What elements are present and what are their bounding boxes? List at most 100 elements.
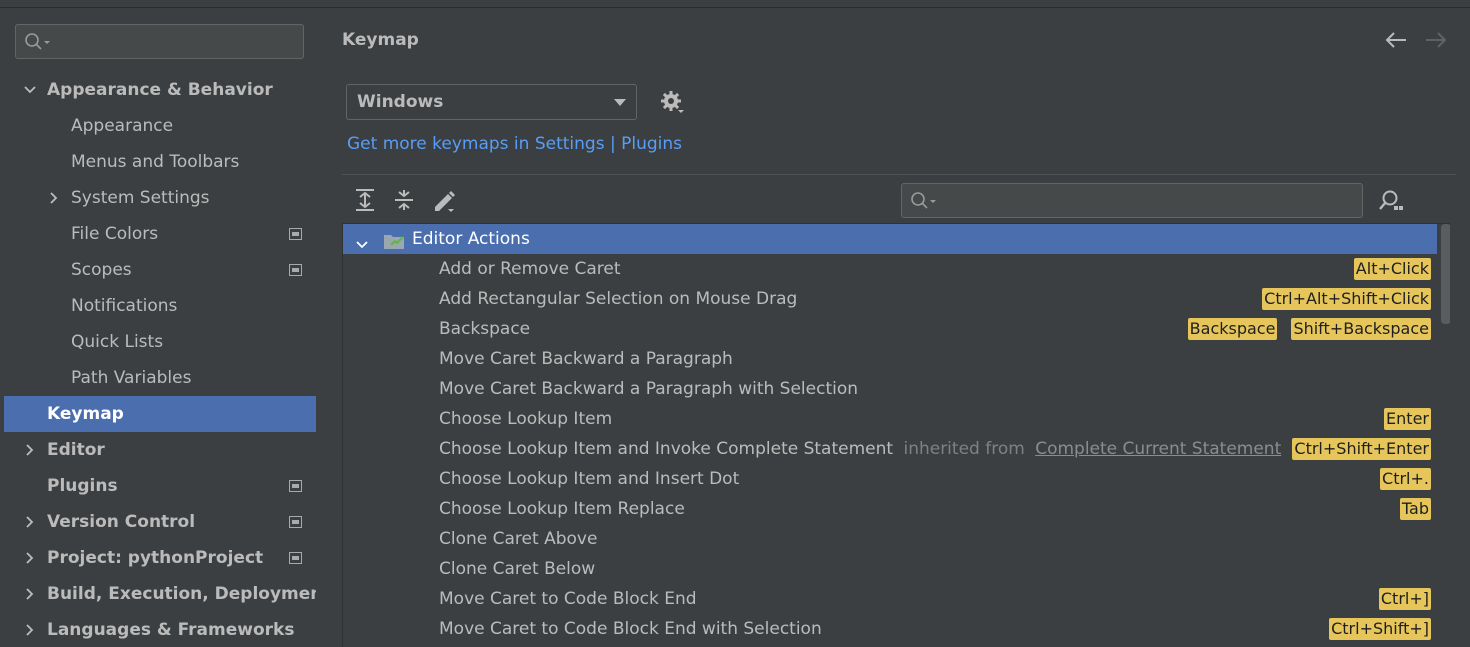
chevron-right-icon[interactable] <box>23 587 37 601</box>
sidebar-item-version-control[interactable]: Version Control <box>4 504 316 540</box>
action-name: Choose Lookup Item and Invoke Complete S… <box>439 439 894 459</box>
sidebar-item-build-execution-deployment[interactable]: Build, Execution, Deployment <box>4 576 331 612</box>
action-label: Add Rectangular Selection on Mouse Drag <box>439 284 797 314</box>
shortcut-badge: Ctrl+. <box>1380 468 1431 490</box>
action-label: Clone Caret Above <box>439 524 597 554</box>
table-row[interactable]: Add or Remove Caret Alt+Click <box>343 254 1437 284</box>
arrow-right-icon[interactable] <box>1424 30 1448 55</box>
project-level-icon <box>289 264 302 276</box>
table-row[interactable]: Add Rectangular Selection on Mouse Drag C… <box>343 284 1437 314</box>
table-row[interactable]: Clone Caret Below <box>343 554 1437 584</box>
settings-sidebar: Appearance & Behavior Appearance Menus and… <box>0 8 331 647</box>
scrollbar-thumb[interactable] <box>1441 224 1450 324</box>
shortcut-badge: Enter <box>1384 408 1431 430</box>
shortcut-badge: Backspace <box>1187 318 1278 340</box>
action-label: Choose Lookup Item Replace <box>439 494 685 524</box>
table-header-row[interactable]: Editor Actions <box>343 224 1437 254</box>
table-header-label: Editor Actions <box>412 229 530 249</box>
action-label: Backspace <box>439 314 530 344</box>
chevron-right-icon[interactable] <box>23 551 37 565</box>
table-row[interactable]: Choose Lookup Item and Invoke Complete S… <box>343 434 1437 464</box>
shortcut-list: Ctrl+Shift+Enter <box>1292 438 1431 460</box>
find-shortcut-icon[interactable] <box>1378 189 1404 218</box>
gear-icon[interactable] <box>660 90 688 123</box>
sidebar-item-project-pythonproject[interactable]: Project: pythonProject <box>4 540 316 576</box>
sidebar-item-file-colors[interactable]: File Colors <box>4 216 316 252</box>
action-label: Move Caret to Code Block End with Select… <box>439 614 822 644</box>
keymap-actions-table: Editor Actions Add or Remove Caret Alt+Cl… <box>342 223 1450 647</box>
shortcut-list: Ctrl+] <box>1378 588 1431 610</box>
keymap-panel: Keymap Windows Get more keymaps in Setti… <box>316 8 1470 647</box>
sidebar-item-notifications[interactable]: Notifications <box>4 288 316 324</box>
action-name: Choose Lookup Item and Insert Dot <box>439 469 740 489</box>
arrow-left-icon[interactable] <box>1384 30 1408 55</box>
action-label: Choose Lookup Item and Invoke Complete S… <box>439 434 1281 464</box>
chevron-right-icon[interactable] <box>47 191 61 205</box>
action-label: Add or Remove Caret <box>439 254 621 284</box>
sidebar-item-quick-lists[interactable]: Quick Lists <box>4 324 316 360</box>
settings-search-input[interactable] <box>15 24 304 59</box>
table-row[interactable]: Choose Lookup Item Enter <box>343 404 1437 434</box>
action-name: Choose Lookup Item Replace <box>439 499 685 519</box>
sidebar-item-label: Build, Execution, Deployment <box>47 584 331 604</box>
sidebar-item-label: Notifications <box>71 296 178 316</box>
sidebar-item-label: Scopes <box>71 260 132 280</box>
table-row[interactable]: Move Caret Backward a Paragraph <box>343 344 1437 374</box>
table-row[interactable]: Choose Lookup Item and Insert Dot Ctrl+. <box>343 464 1437 494</box>
sidebar-item-scopes[interactable]: Scopes <box>4 252 316 288</box>
sidebar-item-appearance-behavior[interactable]: Appearance & Behavior <box>4 72 316 108</box>
sidebar-item-label: Languages & Frameworks <box>47 620 295 640</box>
shortcut-badge: Ctrl+Alt+Shift+Click <box>1262 288 1431 310</box>
sidebar-item-label: Project: pythonProject <box>47 548 264 568</box>
project-level-icon <box>289 516 302 528</box>
sidebar-item-menus-and-toolbars[interactable]: Menus and Toolbars <box>4 144 316 180</box>
shortcut-badge: Ctrl+Shift+] <box>1329 618 1431 640</box>
table-row[interactable]: Move Caret to Code Block End Ctrl+] <box>343 584 1437 614</box>
sidebar-item-label: System Settings <box>71 188 210 208</box>
sidebar-item-label: Menus and Toolbars <box>71 152 240 172</box>
sidebar-item-label: Path Variables <box>71 368 192 388</box>
table-row[interactable]: Choose Lookup Item Replace Tab <box>343 494 1437 524</box>
sidebar-item-appearance[interactable]: Appearance <box>4 108 316 144</box>
action-name: Backspace <box>439 319 531 339</box>
keymap-select[interactable]: Windows <box>346 84 637 120</box>
sidebar-item-label: Appearance <box>71 116 174 136</box>
sidebar-item-keymap[interactable]: Keymap <box>4 396 316 432</box>
action-name: Clone Caret Below <box>439 559 596 579</box>
sidebar-item-system-settings[interactable]: System Settings <box>4 180 316 216</box>
action-name: Move Caret Backward a Paragraph <box>439 349 733 369</box>
divider <box>342 174 1456 175</box>
shortcut-badge: Shift+Backspace <box>1291 318 1431 340</box>
sidebar-item-languages-frameworks[interactable]: Languages & Frameworks <box>4 612 316 647</box>
chevron-down-icon[interactable] <box>23 83 37 97</box>
table-row[interactable]: Backspace Backspace Shift+Backspace <box>343 314 1437 344</box>
action-name: Move Caret to Code Block End <box>439 589 697 609</box>
chevron-down-icon <box>614 99 626 106</box>
table-row[interactable]: Clone Caret Above <box>343 524 1437 554</box>
action-label: Choose Lookup Item <box>439 404 612 434</box>
action-name: Move Caret to Code Block End with Select… <box>439 619 822 639</box>
shortcut-list: Ctrl+. <box>1380 468 1431 490</box>
sidebar-item-editor[interactable]: Editor <box>4 432 316 468</box>
action-label: Move Caret Backward a Paragraph <box>439 344 733 374</box>
sidebar-item-plugins[interactable]: Plugins <box>4 468 316 504</box>
expand-all-icon[interactable] <box>354 188 376 217</box>
table-row[interactable]: Move Caret Backward a Paragraph with Sel… <box>343 374 1437 404</box>
search-icon <box>910 191 940 216</box>
chevron-right-icon[interactable] <box>23 515 37 529</box>
keymap-search-input[interactable] <box>901 183 1363 218</box>
get-more-keymaps-link[interactable]: Get more keymaps in Settings | Plugins <box>347 134 682 154</box>
chevron-right-icon[interactable] <box>23 443 37 457</box>
collapse-all-icon[interactable] <box>393 188 415 217</box>
sidebar-item-path-variables[interactable]: Path Variables <box>4 360 316 396</box>
project-level-icon <box>289 480 302 492</box>
shortcut-list: Ctrl+Shift+] <box>1329 618 1431 640</box>
edit-icon[interactable] <box>432 188 458 219</box>
page-title: Keymap <box>342 30 419 50</box>
action-name: Add Rectangular Selection on Mouse Drag <box>439 289 798 309</box>
shortcut-badge: Alt+Click <box>1353 258 1431 280</box>
action-name: Clone Caret Above <box>439 529 598 549</box>
table-row[interactable]: Move Caret to Code Block End with Select… <box>343 614 1437 644</box>
inherited-action-link[interactable]: Complete Current Statement <box>1035 439 1281 459</box>
chevron-right-icon[interactable] <box>23 623 37 637</box>
